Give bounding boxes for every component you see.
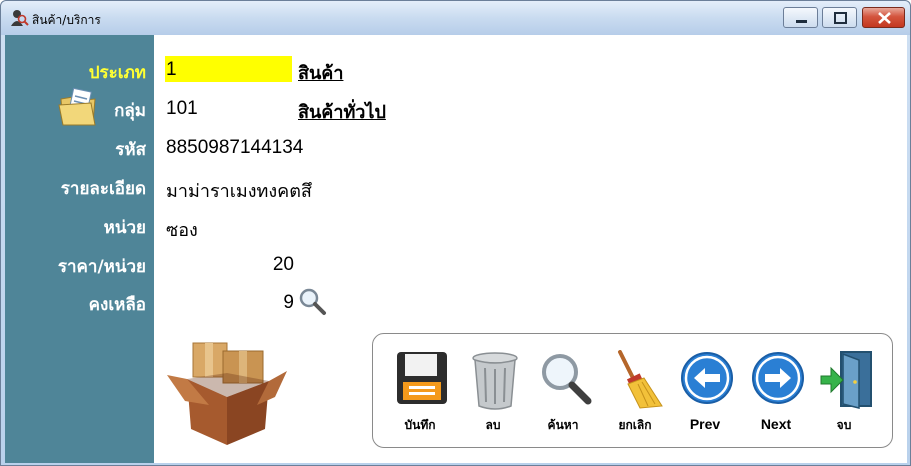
label-panel: ประเภท กลุ่ม รหัส รายละเอียด หน่วย ราคา/… <box>5 35 154 463</box>
next-label: Next <box>760 416 792 432</box>
delete-label: ลบ <box>485 418 501 432</box>
minimize-button[interactable] <box>783 7 818 28</box>
unit-value[interactable]: ซอง <box>166 215 198 244</box>
price-value[interactable]: 20 <box>205 254 294 276</box>
cancel-button[interactable]: ยกเลิก <box>604 344 666 442</box>
group-value[interactable]: 101 <box>166 98 198 120</box>
folder-documents-icon[interactable] <box>57 87 99 127</box>
code-label: รหัส <box>115 140 146 160</box>
next-button[interactable]: Next <box>745 344 807 442</box>
window-title: สินค้า/บริการ <box>32 13 101 27</box>
price-label: ราคา/หน่วย <box>57 257 146 277</box>
arrow-right-circle-icon <box>752 352 804 404</box>
prev-label: Prev <box>689 416 721 432</box>
title-bar[interactable]: สินค้า/บริการ <box>1 1 910 35</box>
floppy-disk-icon <box>397 352 447 404</box>
magnifier-icon <box>542 354 592 405</box>
product-service-window: สินค้า/บริการ ประเภท กลุ่ม รหัส รายละเอี… <box>0 0 911 466</box>
close-button[interactable] <box>862 7 905 28</box>
group-link[interactable]: สินค้าทั่วไป <box>298 97 386 126</box>
type-input[interactable] <box>165 56 292 82</box>
prev-button[interactable]: Prev <box>674 344 736 442</box>
delete-button[interactable]: ลบ <box>462 344 524 442</box>
type-label: ประเภท <box>88 63 146 83</box>
stock-value[interactable]: 9 <box>205 292 294 314</box>
broom-icon <box>618 350 663 409</box>
description-value[interactable]: มาม่าราเมงทงคตสึ <box>166 176 312 205</box>
type-link[interactable]: สินค้า <box>298 58 343 87</box>
exit-door-icon <box>820 351 872 409</box>
stock-label: คงเหลือ <box>88 295 146 315</box>
form-area: ประเภท กลุ่ม รหัส รายละเอียด หน่วย ราคา/… <box>5 35 907 463</box>
unit-label: หน่วย <box>103 218 146 238</box>
cancel-label: ยกเลิก <box>618 418 652 432</box>
search-label: ค้นหา <box>547 418 579 432</box>
exit-button[interactable]: จบ <box>813 344 875 442</box>
group-label: กลุ่ม <box>114 101 146 121</box>
type-value[interactable]: 1 <box>166 59 177 81</box>
search-button[interactable]: ค้นหา <box>532 344 594 442</box>
close-icon <box>878 12 891 24</box>
code-value[interactable]: 8850987144134 <box>166 137 303 159</box>
maximize-icon <box>834 12 847 24</box>
stock-lookup-magnifier-icon[interactable] <box>297 286 327 316</box>
cardboard-boxes-icon <box>167 342 287 445</box>
user-search-icon <box>11 10 29 26</box>
exit-label: จบ <box>836 418 852 432</box>
save-label: บันทึก <box>404 418 436 432</box>
arrow-left-circle-icon <box>681 352 733 404</box>
minimize-icon <box>796 20 807 23</box>
action-toolbar: บันทึก ลบ ค้นหา ยกเลิก Prev Next จบ <box>372 333 893 448</box>
save-button[interactable]: บันทึก <box>389 344 451 442</box>
trash-can-icon <box>472 352 518 410</box>
maximize-button[interactable] <box>822 7 857 28</box>
description-label: รายละเอียด <box>60 179 146 199</box>
